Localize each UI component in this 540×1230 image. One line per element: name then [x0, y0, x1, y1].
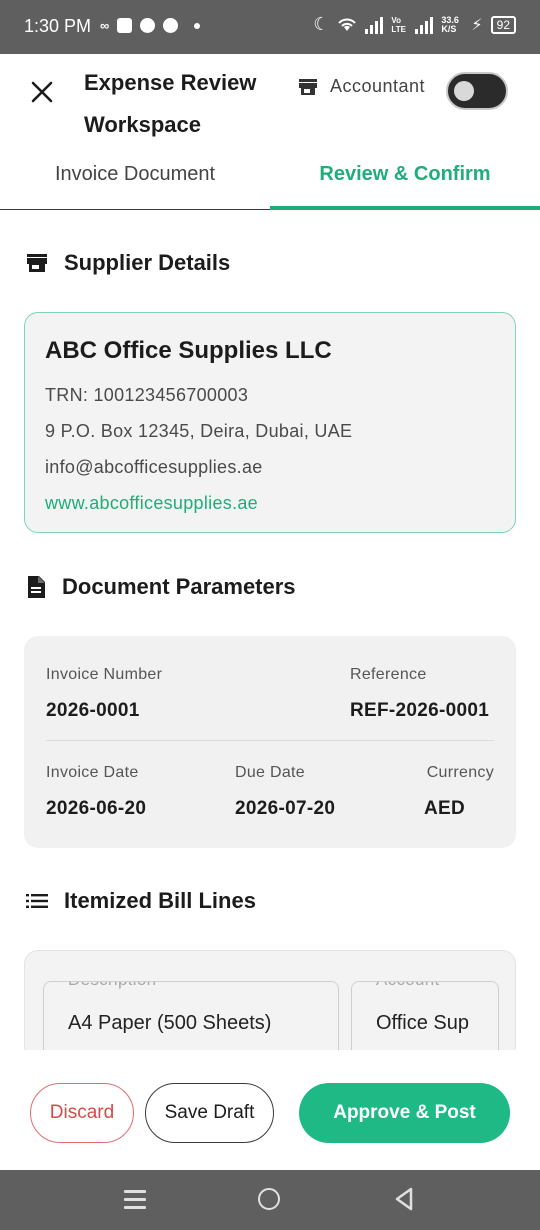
- signal-icon: [415, 16, 434, 34]
- volte-badge: Vo LTE: [391, 15, 406, 34]
- description-label: Description: [60, 982, 165, 990]
- divider: [46, 740, 494, 741]
- due-date-label: Due Date: [235, 764, 305, 781]
- back-button[interactable]: [394, 1187, 414, 1211]
- facebook-icon: [163, 18, 179, 33]
- supplier-trn: TRN: 100123456700003: [45, 385, 249, 405]
- bill-lines-card: Description A4 Paper (500 Sheets) Accoun…: [24, 950, 516, 1060]
- approve-post-button[interactable]: Approve & Post: [299, 1083, 510, 1143]
- notification-icons: ∞: [100, 18, 201, 33]
- invoice-number-value: 2026-0001: [46, 700, 140, 721]
- currency-value: AED: [424, 798, 466, 819]
- account-label: Account: [368, 982, 448, 990]
- moon-icon: ☾: [313, 14, 330, 34]
- net-speed: 33.6 K/S: [441, 14, 459, 34]
- supplier-address: 9 P.O. Box 12345, Deira, Dubai, UAE: [45, 421, 353, 441]
- wifi-icon: [338, 18, 357, 31]
- more-notifications-dot-icon: [194, 22, 201, 29]
- supplier-name: ABC Office Supplies LLC: [45, 337, 332, 364]
- close-icon: [31, 81, 53, 103]
- supplier-card: ABC Office Supplies LLC TRN: 10012345670…: [24, 312, 516, 533]
- voicemail-icon: ∞: [100, 18, 110, 33]
- description-value: A4 Paper (500 Sheets): [68, 1012, 272, 1034]
- tab-invoice-document[interactable]: Invoice Document: [0, 142, 270, 209]
- signal-icon: [365, 16, 384, 34]
- app-notification-icon: [117, 18, 133, 33]
- toggle-knob: [454, 81, 474, 101]
- account-value: Office Sup: [376, 1012, 470, 1034]
- list-icon: [26, 894, 48, 908]
- accountant-toggle[interactable]: [446, 72, 508, 110]
- page-title: Expense Review Workspace: [84, 70, 257, 137]
- action-bar: Discard Save Draft Approve & Post: [0, 1050, 540, 1170]
- role-indicator: Accountant: [298, 76, 425, 97]
- close-button[interactable]: [24, 74, 60, 110]
- reference-value: REF-2026-0001: [350, 700, 490, 721]
- charging-icon: ⚡: [471, 16, 483, 34]
- tab-review-confirm[interactable]: Review & Confirm: [270, 142, 540, 210]
- bill-lines-section-header: Itemized Bill Lines: [26, 888, 256, 914]
- supplier-website-link[interactable]: www.abcofficesupplies.ae: [45, 485, 495, 521]
- document-params-card: Invoice Number 2026-0001 Reference REF-2…: [24, 636, 516, 848]
- document-icon: [28, 576, 45, 598]
- system-nav-bar: [0, 1170, 540, 1230]
- discard-button[interactable]: Discard: [30, 1083, 134, 1143]
- invoice-number-label: Invoice Number: [46, 666, 163, 683]
- description-field[interactable]: Description A4 Paper (500 Sheets): [43, 981, 339, 1059]
- battery-indicator: 92: [490, 15, 516, 34]
- tab-bar: Invoice Document Review & Confirm: [0, 142, 540, 210]
- currency-label: Currency: [426, 764, 494, 781]
- supplier-email: info@abcofficesupplies.ae: [45, 457, 263, 477]
- invoice-date-label: Invoice Date: [46, 764, 139, 781]
- app-notification-icon: [140, 18, 156, 33]
- role-label: Accountant: [330, 76, 426, 96]
- section-title: Supplier Details: [64, 250, 231, 275]
- section-title: Document Parameters: [62, 574, 296, 599]
- app-bar: Expense Review Workspace Accountant: [0, 54, 540, 142]
- status-time: 1:30 PM: [24, 16, 92, 36]
- section-title: Itemized Bill Lines: [64, 888, 256, 913]
- invoice-date-value: 2026-06-20: [46, 798, 147, 819]
- store-icon: [27, 254, 47, 272]
- store-icon: [299, 78, 317, 95]
- home-button[interactable]: [258, 1188, 280, 1210]
- system-status-icons: ☾ Vo LTE 33.6 K/S ⚡ 92: [313, 14, 516, 35]
- supplier-section-header: Supplier Details: [26, 250, 230, 276]
- account-field[interactable]: Account Office Sup: [351, 981, 499, 1059]
- save-draft-button[interactable]: Save Draft: [145, 1083, 274, 1143]
- document-section-header: Document Parameters: [26, 574, 296, 600]
- due-date-value: 2026-07-20: [235, 798, 336, 819]
- recent-apps-button[interactable]: [124, 1190, 146, 1214]
- status-bar: 1:30 PM ∞ ☾ Vo LTE 33.6 K/S ⚡ 92: [0, 0, 540, 54]
- reference-label: Reference: [350, 666, 427, 683]
